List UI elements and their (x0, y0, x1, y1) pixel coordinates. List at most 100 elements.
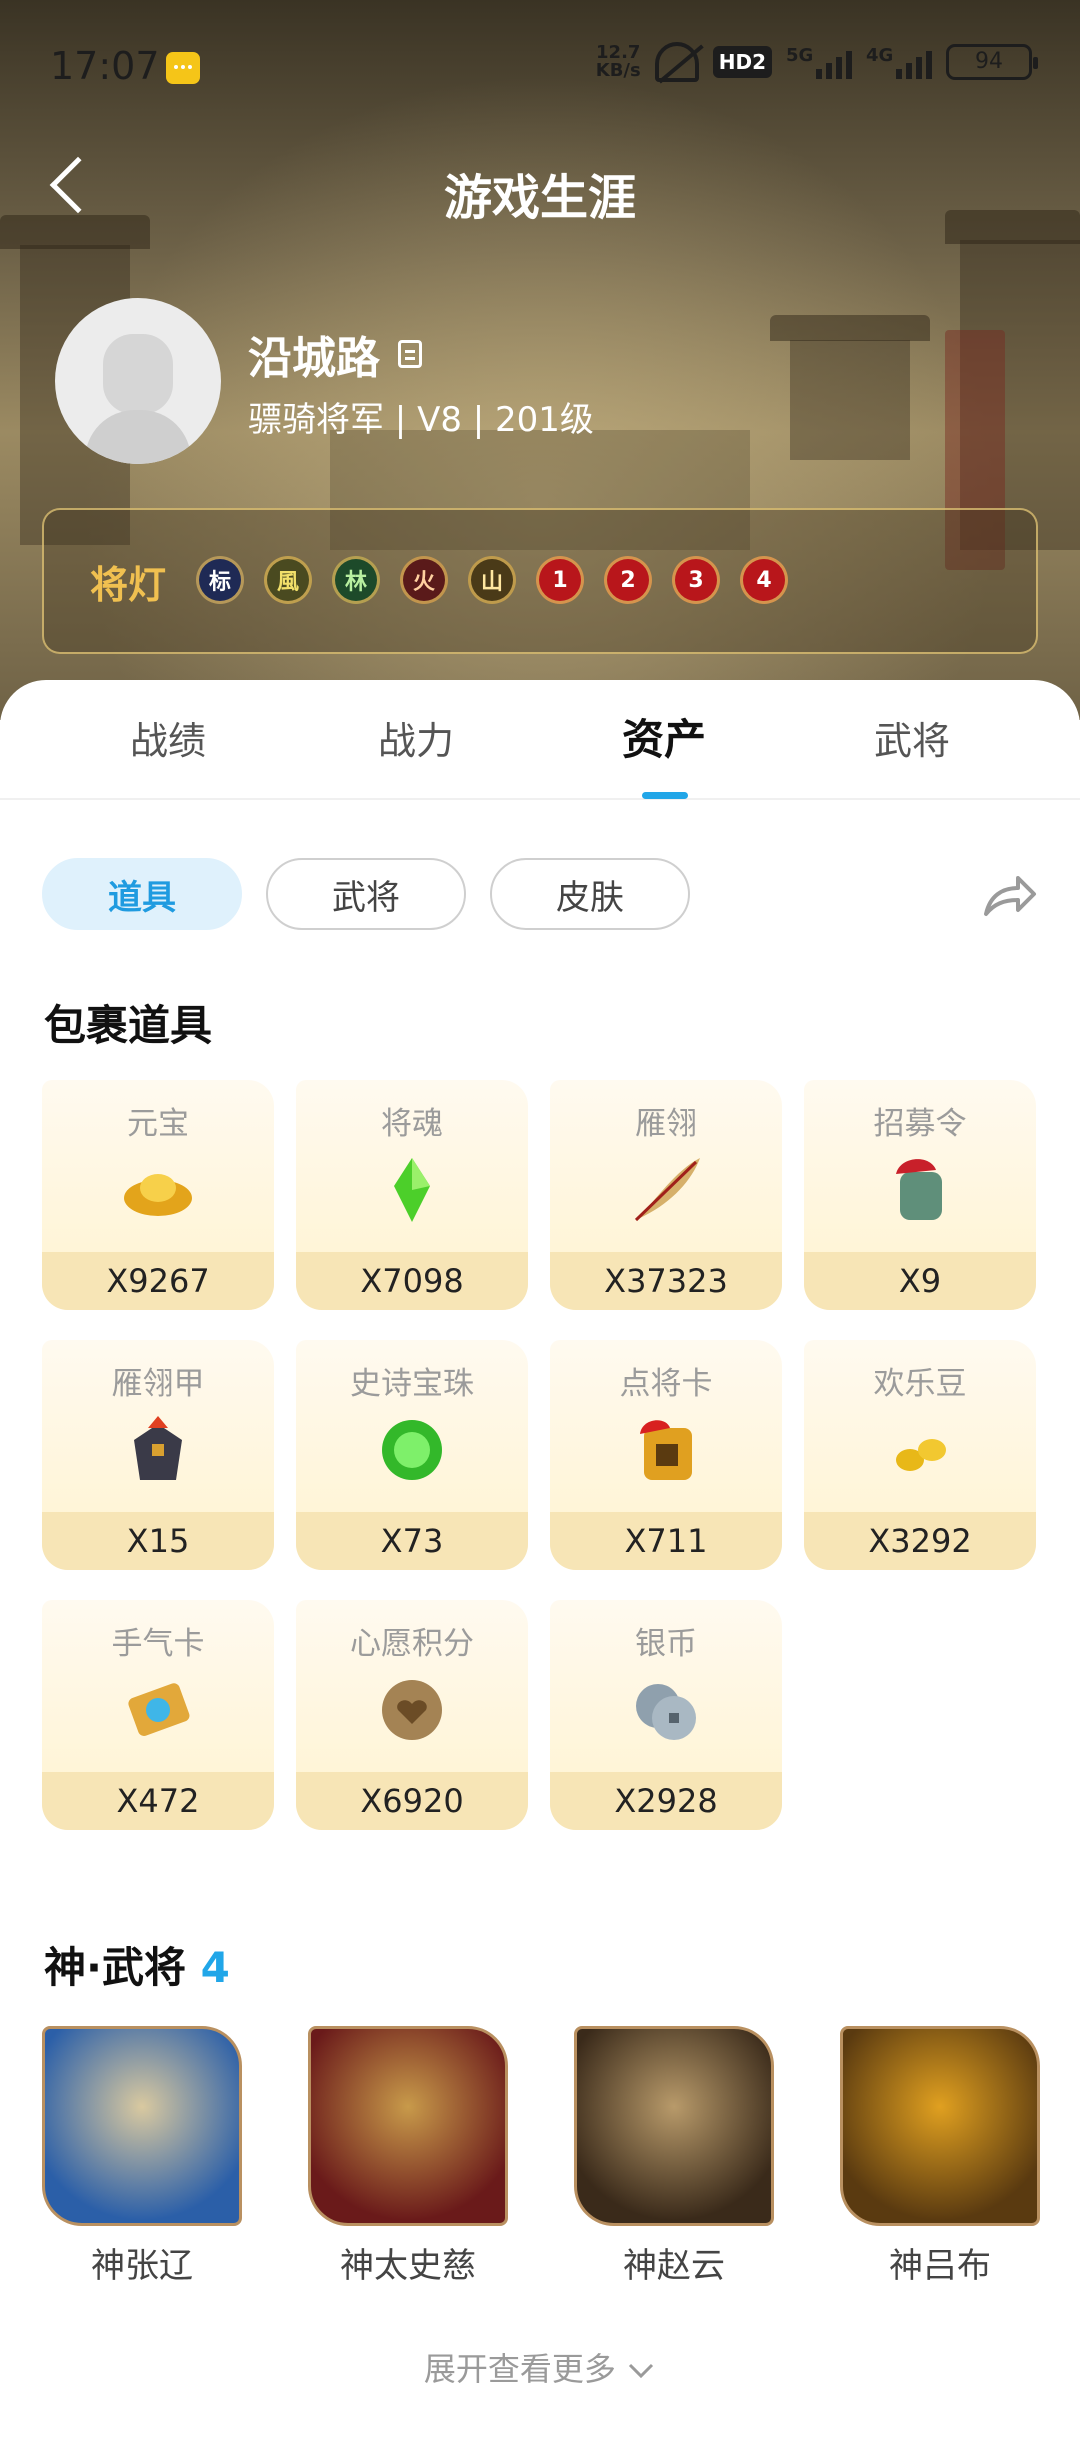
general-card[interactable]: 神赵云 (574, 2026, 774, 2287)
bag-item[interactable]: 招募令 X9 (804, 1080, 1036, 1310)
bag-item[interactable]: 银币 X2928 (550, 1600, 782, 1830)
general-card[interactable]: 神太史慈 (308, 2026, 508, 2287)
signal-4g-icon: 4G (866, 45, 932, 79)
green-crystal-icon (372, 1150, 452, 1230)
chevron-down-icon (629, 2363, 654, 2379)
bag-item[interactable]: 心愿积分 X6920 (296, 1600, 528, 1830)
item-name: 将魂 (381, 1106, 443, 1142)
item-name: 手气卡 (111, 1626, 205, 1662)
tab-assets[interactable]: 资产 (564, 706, 764, 767)
item-count: X2928 (550, 1772, 782, 1830)
tab-generals[interactable]: 武将 (812, 710, 1012, 765)
item-name: 雁翎甲 (111, 1366, 205, 1402)
item-count: X6920 (296, 1772, 528, 1830)
lamp-list: 标風林火山1234 (196, 556, 788, 604)
gold-ingot-icon (118, 1150, 198, 1230)
bag-item[interactable]: 欢乐豆 X3292 (804, 1340, 1036, 1570)
lamp-title: 将灯 (90, 563, 167, 607)
status-time: 17:07 (50, 44, 160, 88)
tab-record[interactable]: 战绩 (68, 710, 268, 765)
item-name: 银币 (635, 1626, 697, 1662)
message-notification-icon (166, 52, 200, 84)
item-name: 点将卡 (619, 1366, 713, 1402)
signal-5g-icon: 5G (786, 45, 852, 79)
feather-icon (626, 1150, 706, 1230)
item-count: X9 (804, 1252, 1036, 1310)
lamp-icon[interactable]: 4 (740, 556, 788, 604)
content-card: 战绩 战力 资产 武将 道具 武将 皮肤 包裹道具 元宝 X9267 将魂 X7098… (0, 680, 1080, 2460)
lamp-icon[interactable]: 林 (332, 556, 380, 604)
battery-icon: 94 (946, 44, 1038, 80)
profile-card-icon[interactable] (398, 340, 422, 368)
chip-generals[interactable]: 武将 (266, 858, 466, 930)
item-name: 元宝 (127, 1106, 189, 1142)
mute-bell-icon (654, 42, 699, 82)
bag-item[interactable]: 元宝 X9267 (42, 1080, 274, 1310)
username: 沿城路 (248, 322, 422, 386)
general-portrait (308, 2026, 508, 2226)
network-speed: 12.7 KB/s (595, 42, 641, 81)
generals-count: 4 (200, 1943, 230, 1992)
bag-item[interactable]: 点将卡 X711 (550, 1340, 782, 1570)
item-count: X711 (550, 1512, 782, 1570)
green-orb-icon (372, 1410, 452, 1490)
general-portrait (840, 2026, 1040, 2226)
general-name: 神张辽 (91, 2246, 193, 2286)
bag-item[interactable]: 手气卡 X472 (42, 1600, 274, 1830)
lamp-icon[interactable]: 火 (400, 556, 448, 604)
item-count: X7098 (296, 1252, 528, 1310)
general-name: 神赵云 (623, 2246, 725, 2286)
general-card[interactable]: 神张辽 (42, 2026, 242, 2287)
hd-voice-icon: HD2 (712, 46, 772, 78)
lamp-icon[interactable]: 1 (536, 556, 584, 604)
generals-list: 神张辽 神太史慈 神赵云 神吕布 (42, 2026, 1042, 2286)
lamp-icon[interactable]: 山 (468, 556, 516, 604)
luck-card-icon (118, 1670, 198, 1750)
lamp-icon[interactable]: 風 (264, 556, 312, 604)
rank-info: 骠骑将军 | V8 | 201级 (248, 400, 594, 440)
bag-item[interactable]: 雁翎甲 X15 (42, 1340, 274, 1570)
lamp-icon[interactable]: 2 (604, 556, 652, 604)
lamp-icon[interactable]: 标 (196, 556, 244, 604)
armor-icon (118, 1410, 198, 1490)
item-name: 史诗宝珠 (350, 1366, 474, 1402)
general-name: 神太史慈 (340, 2246, 476, 2286)
bag-item[interactable]: 雁翎 X37323 (550, 1080, 782, 1310)
chip-items[interactable]: 道具 (42, 858, 242, 930)
item-count: X9267 (42, 1252, 274, 1310)
item-count: X73 (296, 1512, 528, 1570)
item-name: 欢乐豆 (873, 1366, 967, 1402)
bag-item[interactable]: 将魂 X7098 (296, 1080, 528, 1310)
general-card[interactable]: 神吕布 (840, 2026, 1040, 2287)
silver-coin-icon (626, 1670, 706, 1750)
expand-more-button[interactable]: 展开查看更多 (0, 2344, 1080, 2390)
item-name: 心愿积分 (350, 1626, 474, 1662)
tab-bar: 战绩 战力 资产 武将 (0, 680, 1080, 800)
wish-coin-icon (372, 1670, 452, 1750)
item-name: 雁翎 (635, 1106, 697, 1142)
item-count: X37323 (550, 1252, 782, 1310)
filter-chips: 道具 武将 皮肤 (42, 858, 690, 930)
item-count: X15 (42, 1512, 274, 1570)
share-icon[interactable] (982, 870, 1038, 920)
page-title: 游戏生涯 (443, 170, 636, 226)
item-count: X472 (42, 1772, 274, 1830)
lamp-icon[interactable]: 3 (672, 556, 720, 604)
tab-power[interactable]: 战力 (316, 710, 516, 765)
general-lamps-panel: 将灯 标風林火山1234 (42, 508, 1038, 654)
bag-section-title: 包裹道具 (44, 1001, 213, 1050)
chip-skins[interactable]: 皮肤 (490, 858, 690, 930)
avatar[interactable] (55, 298, 221, 464)
item-name: 招募令 (873, 1106, 967, 1142)
active-tab-indicator (642, 792, 688, 799)
general-portrait (42, 2026, 242, 2226)
general-portrait (574, 2026, 774, 2226)
general-name: 神吕布 (889, 2246, 991, 2286)
gold-beans-icon (880, 1410, 960, 1490)
general-card-icon (626, 1410, 706, 1490)
item-count: X3292 (804, 1512, 1036, 1570)
recruit-token-icon (880, 1150, 960, 1230)
status-bar: 17:07 12.7 KB/s HD2 5G 4G 94 (0, 0, 1080, 130)
generals-section-title: 神·武将 4 (44, 1943, 230, 1992)
bag-item[interactable]: 史诗宝珠 X73 (296, 1340, 528, 1570)
